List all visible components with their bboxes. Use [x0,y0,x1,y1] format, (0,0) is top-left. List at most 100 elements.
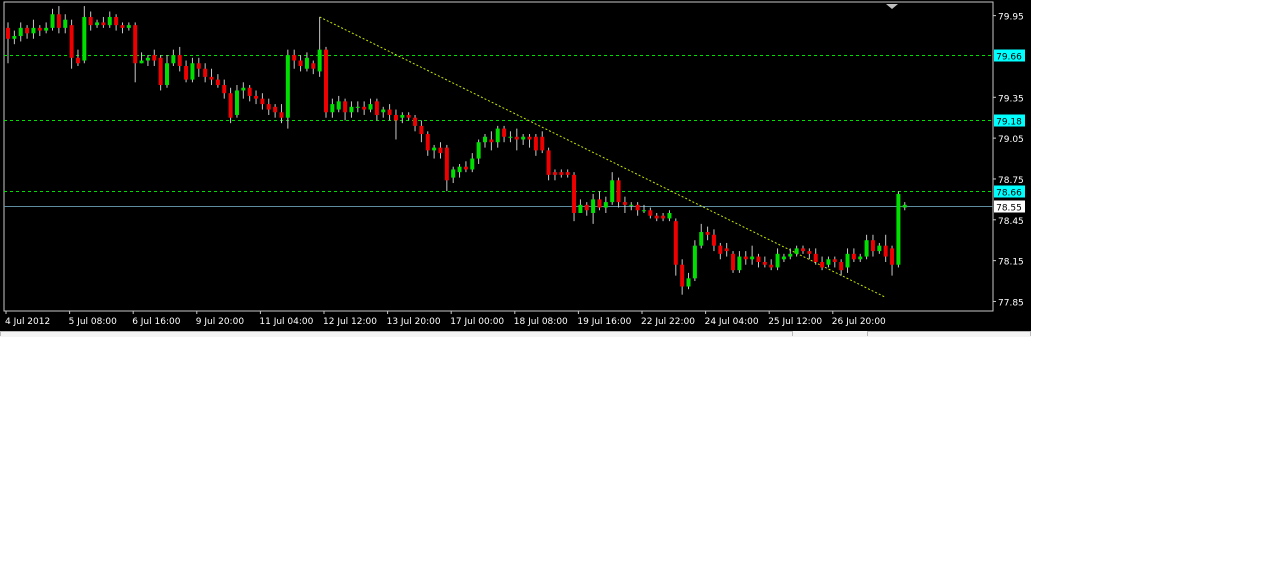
price-chart[interactable]: 79.66 79.18 78.66 78.55 79.95 79.35 79.05 78.75… [0,0,1031,331]
x-tick-label: 9 Jul 20:00 [196,317,245,327]
candle [743,251,748,265]
candle-body [95,22,100,26]
candle [699,223,704,249]
candle-body [565,172,570,175]
y-tick-label: 78.15 [998,258,1024,268]
candle [50,8,55,31]
candle-body [610,180,615,203]
candle [311,60,316,75]
candle [476,139,481,164]
candle [120,22,125,34]
candle [877,242,882,254]
candlestick-chart[interactable]: 79.66 79.18 78.66 78.55 79.95 79.35 79.05 78.75… [0,0,1031,331]
y-tick-label: 79.05 [998,135,1024,145]
candle [489,131,494,151]
candle-body [502,128,507,137]
shift-marker-icon[interactable] [886,4,898,9]
candle [762,256,767,268]
candle-body [591,199,596,213]
candle-body [6,27,10,39]
candle-body [661,215,666,219]
candle [756,253,761,268]
candle-body [177,55,182,66]
y-tick-label: 78.45 [998,217,1024,227]
x-tick-label: 6 Jul 16:00 [132,317,181,327]
candle [419,120,424,143]
candle [616,177,621,208]
candle [820,256,825,271]
candle [133,22,138,83]
candle-body [228,93,233,118]
x-tick-label: 5 Jul 08:00 [69,317,118,327]
candle-body [584,204,589,211]
plot-border [3,1,994,312]
candle-body [241,87,246,91]
candle-body [31,27,36,34]
candle [667,210,672,222]
chart-tab-left[interactable] [0,331,793,336]
candle [343,98,348,121]
candle [126,22,131,31]
candle-body [406,114,411,118]
candle-body [37,27,42,31]
candle [184,60,189,83]
candle-body [393,114,398,121]
candle [234,85,239,118]
candle [654,212,659,222]
candle [82,6,87,64]
candle [552,169,557,181]
candle-body [349,106,354,113]
candle-body [845,253,850,268]
candle [807,248,812,260]
candle-body [864,240,869,257]
candle [12,30,17,45]
candle-body [266,104,271,110]
candle-body [273,106,278,113]
candle [438,142,443,159]
candle-body [813,253,818,262]
candle [851,248,856,262]
candle [88,11,93,31]
candle [635,202,640,216]
candle-body [635,204,640,211]
candle [31,19,36,39]
x-tick-label: 25 Jul 12:00 [768,317,822,327]
candle-body [883,245,888,257]
candle-body [705,232,710,235]
candle [648,207,653,219]
candle-body [890,248,895,265]
candle-body [622,202,627,205]
candle [406,112,411,121]
candle [775,248,780,271]
candle [845,248,850,273]
candle [44,22,49,34]
candle-body [18,27,23,37]
candle-body [44,27,49,31]
candle-body [260,98,265,105]
candle-body [629,204,634,206]
candle-body [88,16,93,26]
candle-body [578,204,583,213]
chart-tab-right[interactable] [867,331,1031,336]
candle-body [762,261,767,265]
candle [463,161,468,173]
y-tick-label: 78.75 [998,176,1024,186]
candle [165,55,169,88]
candle-body [330,104,335,113]
candle-body [158,57,163,86]
candle [349,101,354,118]
candle-body [139,60,144,64]
candle [266,98,271,115]
candle-body [718,245,723,254]
level-label-0: 79.66 [996,53,1022,63]
candle-body [336,101,341,110]
candle-body [75,57,80,64]
candle-body [775,253,780,268]
chart-tab-strip [0,331,1031,337]
candle [215,74,220,88]
candle [241,82,246,99]
candle [584,202,589,216]
candle [794,245,799,257]
candle [502,125,507,143]
candle [330,98,335,118]
